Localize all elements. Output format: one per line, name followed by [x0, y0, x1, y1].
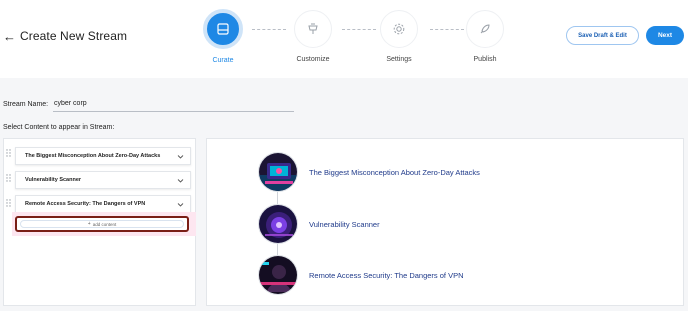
stream-name-input[interactable] — [53, 96, 294, 112]
drag-handle-icon[interactable] — [6, 174, 11, 182]
page-title: Create New Stream — [20, 29, 128, 43]
stream-name-label: Stream Name: — [3, 101, 49, 108]
timeline-item[interactable]: Vulnerability Scanner — [258, 204, 380, 244]
timeline-item[interactable]: The Biggest Misconception About Zero-Day… — [258, 152, 480, 192]
drag-handle-icon[interactable] — [6, 199, 11, 207]
thumbnail-image — [258, 255, 298, 295]
content-item-label: Vulnerability Scanner — [25, 177, 82, 183]
top-bar: ← Create New Stream Curate Customize Set… — [0, 0, 688, 78]
content-item[interactable]: Remote Access Security: The Dangers of V… — [15, 195, 191, 213]
chevron-down-icon[interactable] — [177, 153, 184, 160]
step-curate[interactable]: Curate — [196, 8, 250, 64]
back-link[interactable]: ← Create New Stream — [3, 29, 127, 43]
step-settings-circle[interactable] — [380, 10, 418, 48]
step-publish-circle[interactable] — [466, 10, 504, 48]
thumbnail-image — [258, 204, 298, 244]
thumbnail-image — [258, 152, 298, 192]
inbox-icon — [217, 23, 229, 35]
step-connector — [252, 29, 286, 30]
content-list-panel: The Biggest Misconception About Zero-Day… — [3, 138, 196, 306]
step-publish[interactable]: Publish — [458, 8, 512, 63]
content-item-label: Remote Access Security: The Dangers of V… — [25, 201, 146, 207]
content-item[interactable]: Vulnerability Scanner — [15, 171, 191, 189]
add-content-field[interactable]: + add content — [20, 220, 184, 228]
plus-icon: + — [87, 221, 91, 227]
step-curate-label: Curate — [212, 57, 234, 64]
timeline-item[interactable]: Remote Access Security: The Dangers of V… — [258, 255, 464, 295]
paint-bucket-icon — [308, 23, 318, 34]
drag-handle-icon[interactable] — [6, 149, 11, 157]
add-content-label: add content — [92, 221, 117, 227]
save-draft-button[interactable]: Save Draft & Edit — [566, 26, 639, 45]
step-curate-circle[interactable] — [203, 9, 243, 49]
step-connector — [342, 29, 376, 30]
chevron-down-icon[interactable] — [177, 201, 184, 208]
timeline-item-title: The Biggest Misconception About Zero-Day… — [309, 167, 480, 177]
gear-icon — [393, 23, 405, 35]
step-settings[interactable]: Settings — [372, 8, 426, 63]
stream-preview-panel: The Biggest Misconception About Zero-Day… — [206, 138, 684, 306]
rocket-icon — [480, 24, 490, 34]
step-customize-label: Customize — [296, 56, 330, 63]
stepper: Curate Customize Settings Publish — [196, 8, 526, 72]
content-item[interactable]: The Biggest Misconception About Zero-Day… — [15, 147, 191, 165]
next-button[interactable]: Next — [646, 26, 684, 45]
timeline-item-title: Remote Access Security: The Dangers of V… — [309, 270, 464, 280]
step-publish-label: Publish — [473, 56, 497, 63]
content-item-label: The Biggest Misconception About Zero-Day… — [25, 153, 161, 159]
step-settings-label: Settings — [386, 56, 412, 63]
select-content-label: Select Content to appear in Stream: — [3, 124, 115, 131]
step-customize[interactable]: Customize — [286, 8, 340, 63]
step-customize-circle[interactable] — [294, 10, 332, 48]
arrow-left-icon[interactable]: ← — [3, 30, 16, 43]
chevron-down-icon[interactable] — [177, 177, 184, 184]
add-content-button[interactable]: + add content — [15, 216, 189, 232]
timeline-item-title: Vulnerability Scanner — [309, 219, 380, 229]
